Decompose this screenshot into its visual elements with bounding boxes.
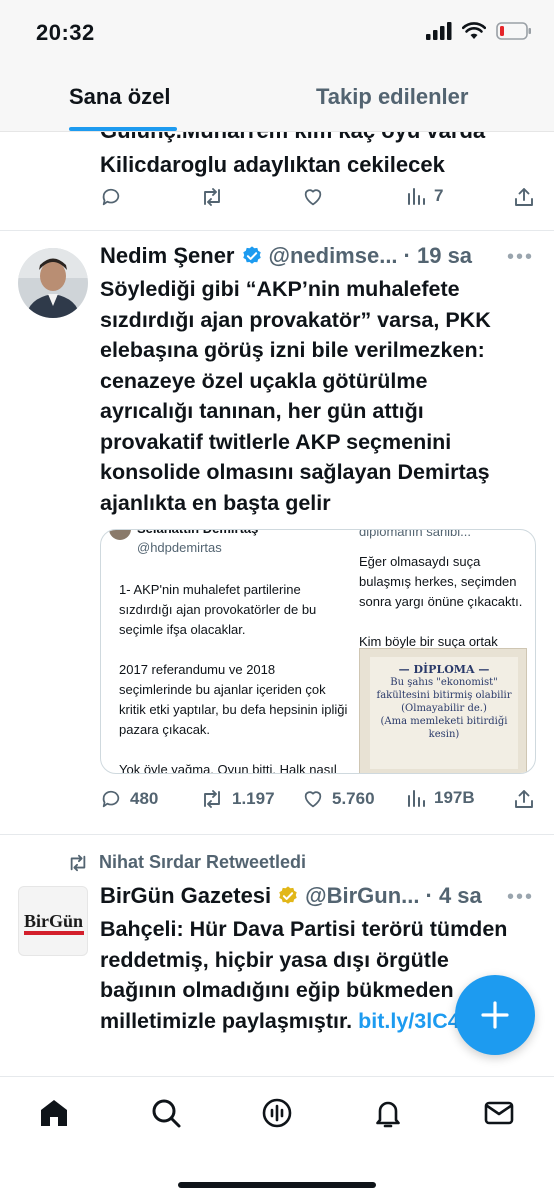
- tweet-time: · 4 sa: [425, 883, 482, 908]
- active-tab-indicator: [69, 127, 177, 131]
- cellular-signal-icon: [426, 22, 452, 40]
- diploma-line-4: (Ama memleketi bitirdiği kesin): [380, 716, 508, 740]
- views-button[interactable]: 7: [406, 186, 443, 206]
- home-icon[interactable]: [38, 1097, 70, 1129]
- retweet-icon: [70, 854, 86, 871]
- author-name[interactable]: Nedim Şener: [100, 243, 235, 269]
- notifications-icon[interactable]: [372, 1097, 404, 1129]
- reply-button[interactable]: [100, 186, 122, 208]
- retweet-button[interactable]: 1.197: [200, 788, 275, 810]
- analytics-icon: [408, 790, 425, 807]
- views-button[interactable]: 197B: [406, 788, 475, 808]
- previous-tweet-actions: 7: [100, 186, 540, 210]
- tweet-header: BirGün Gazetesi @BirGun... · 4 sa: [100, 883, 482, 909]
- share-icon: [515, 188, 533, 206]
- previous-tweet-line-1: Gulunç.Muharrem kim kaç oyu varda: [100, 132, 540, 148]
- messages-icon[interactable]: [483, 1097, 515, 1129]
- retweeted-by-line[interactable]: Nihat Sırdar Retweetledi: [67, 852, 306, 873]
- views-count: 197B: [434, 788, 475, 807]
- tweet-header: Nedim Şener @nedimse... · 19 sa: [100, 243, 472, 269]
- reply-count: 480: [130, 789, 159, 808]
- like-button[interactable]: [302, 186, 324, 208]
- status-bar: 20:32: [0, 0, 554, 64]
- tab-following[interactable]: Takip edilenler: [316, 84, 468, 110]
- compose-tweet-button[interactable]: [455, 975, 535, 1055]
- tweet-time: · 19 sa: [403, 243, 473, 268]
- reply-icon: [102, 188, 120, 206]
- quote-paragraph-3: Yok öyle yağma. Oyun bitti. Halk nasıl i…: [119, 762, 337, 774]
- retweeted-by-text: Nihat Sırdar Retweetledi: [99, 852, 307, 872]
- diploma-title: — DİPLOMA —: [398, 663, 490, 676]
- avatar-nedim-sener[interactable]: [18, 248, 88, 318]
- status-icons: [426, 22, 532, 40]
- quote-left-column: Selahattin Demirtaş @hdpdemirtas 1- AKP'…: [109, 530, 349, 774]
- heart-icon: [304, 189, 322, 206]
- quote-right-top: diplomanın sahibi...: [359, 529, 472, 539]
- tweet-actions: 480 1.197 5.760 197B: [100, 788, 540, 812]
- previous-tweet-text: Gulunç.Muharrem kim kaç oyu varda Kilicd…: [100, 132, 540, 182]
- battery-icon: [496, 22, 531, 40]
- share-button[interactable]: [514, 788, 534, 810]
- like-count: 5.760: [332, 789, 375, 808]
- heart-icon: [304, 791, 322, 808]
- gold-verified-badge-icon: [279, 886, 297, 904]
- retweet-icon: [204, 188, 220, 206]
- tweet-divider: [0, 834, 554, 835]
- quote-paragraph-1: 1- AKP'nin muhalefet partilerine sızdırd…: [119, 582, 317, 637]
- reply-icon: [102, 790, 120, 808]
- search-icon[interactable]: [150, 1097, 182, 1129]
- quote-paragraph-2: 2017 referandumu ve 2018 seçimlerinde bu…: [119, 662, 348, 737]
- retweet-button[interactable]: [200, 186, 224, 208]
- more-options-icon[interactable]: •••: [507, 886, 534, 909]
- spaces-icon[interactable]: [261, 1097, 293, 1129]
- analytics-icon: [408, 188, 425, 205]
- birgun-logo-text: BirGün: [24, 911, 84, 931]
- quote-right-paragraph-1: Eğer olmasaydı suça bulaşmış herkes, seç…: [359, 554, 523, 609]
- share-icon: [515, 790, 533, 808]
- timeline[interactable]: Gulunç.Muharrem kim kaç oyu varda Kilicd…: [0, 132, 554, 1076]
- retweet-count: 1.197: [232, 789, 275, 808]
- quote-author-handle: @hdpdemirtas: [137, 540, 222, 555]
- quoted-tweet-image[interactable]: Selahattin Demirtaş @hdpdemirtas 1- AKP'…: [100, 529, 536, 774]
- status-time: 20:32: [36, 20, 95, 45]
- avatar-birgun[interactable]: BirGün: [18, 886, 88, 956]
- author-handle[interactable]: @nedimse...: [269, 243, 398, 269]
- share-button[interactable]: [514, 186, 534, 208]
- diploma-photo: — DİPLOMA — Bu şahıs "ekonomist" fakülte…: [359, 648, 527, 773]
- author-name[interactable]: BirGün Gazetesi: [100, 883, 271, 909]
- retweet-icon: [204, 790, 220, 808]
- feed-tabs: Sana özel Takip edilenler: [0, 64, 554, 132]
- verified-badge-icon: [242, 246, 261, 264]
- wifi-icon: [462, 22, 486, 39]
- diploma-line-2: fakültesini bitirmiş olabilir: [376, 690, 512, 701]
- reply-button[interactable]: 480: [100, 788, 158, 810]
- views-count: 7: [434, 186, 444, 205]
- diploma-line-3: (Olmayabilir de.): [401, 703, 487, 714]
- quote-avatar: [109, 530, 131, 540]
- diploma-line-1: Bu şahıs "ekonomist": [390, 677, 498, 688]
- more-options-icon[interactable]: •••: [507, 246, 534, 269]
- previous-tweet-line-2: Kilicdaroglu adaylıktan cekilecek: [100, 152, 445, 177]
- home-indicator: [178, 1182, 376, 1188]
- tweet-text: Söylediği gibi “AKP’nin muhalefete sızdı…: [100, 277, 491, 515]
- tweet-divider: [0, 230, 554, 231]
- tab-for-you[interactable]: Sana özel: [69, 84, 170, 110]
- author-handle[interactable]: @BirGun...: [305, 883, 419, 909]
- like-button[interactable]: 5.760: [302, 788, 375, 810]
- plus-icon: [481, 1001, 509, 1029]
- birgun-logo-bar: [24, 931, 84, 935]
